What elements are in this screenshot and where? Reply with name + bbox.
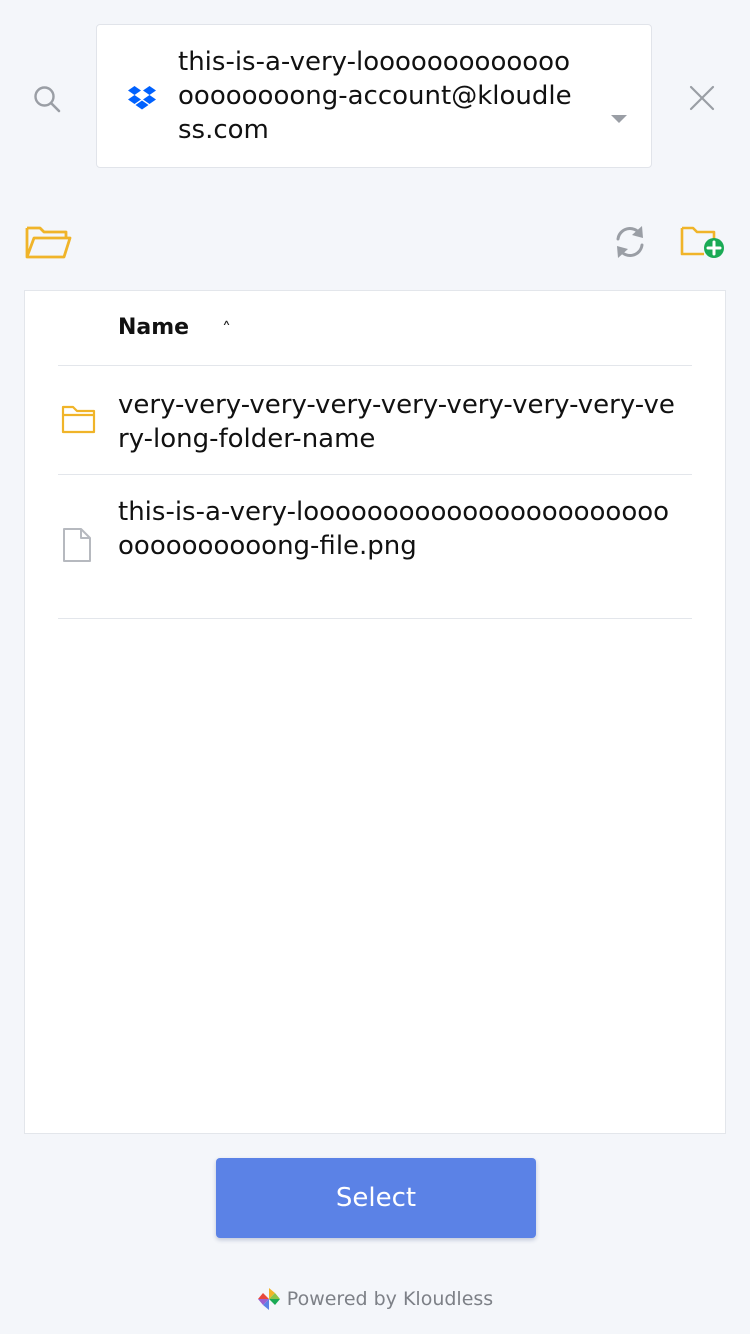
- search-icon: [34, 86, 61, 113]
- account-selector[interactable]: this-is-a-very-looooooooooooooooooooong-…: [96, 24, 652, 168]
- folder-open-icon: [25, 226, 72, 259]
- refresh-button[interactable]: [610, 222, 650, 262]
- item-name: very-very-very-very-very-very-very-very-…: [118, 390, 675, 454]
- item-name: this-is-a-very-loooooooooooooooooooooooo…: [118, 497, 670, 561]
- open-folder-button[interactable]: [24, 222, 72, 262]
- name-column-header[interactable]: Name ˄: [58, 291, 692, 366]
- powered-by-footer: Powered by Kloudless: [0, 1284, 750, 1314]
- search-button[interactable]: [24, 76, 70, 122]
- list-item-folder[interactable]: very-very-very-very-very-very-very-very-…: [58, 366, 692, 475]
- select-button[interactable]: Select: [216, 1158, 536, 1238]
- sort-ascending-icon: ˄: [222, 319, 231, 340]
- list-item-file[interactable]: this-is-a-very-loooooooooooooooooooooooo…: [58, 475, 692, 619]
- folder-icon: [61, 405, 96, 434]
- close-icon: [689, 85, 715, 111]
- kloudless-logo: [257, 1288, 280, 1310]
- close-button[interactable]: [680, 76, 724, 120]
- footer-text: Powered by Kloudless: [286, 1288, 494, 1310]
- column-header-label: Name: [118, 315, 190, 340]
- refresh-icon: [616, 226, 644, 258]
- chevron-down-icon[interactable]: [611, 115, 627, 123]
- file-icon: [63, 528, 91, 562]
- new-folder-button[interactable]: [680, 224, 726, 260]
- file-list: Name ˄ very-very-very-very-very-very-ver…: [24, 290, 726, 1134]
- dropbox-icon: [128, 86, 156, 110]
- folder-add-icon: [680, 226, 724, 258]
- account-email: this-is-a-very-looooooooooooooooooooong-…: [178, 47, 572, 145]
